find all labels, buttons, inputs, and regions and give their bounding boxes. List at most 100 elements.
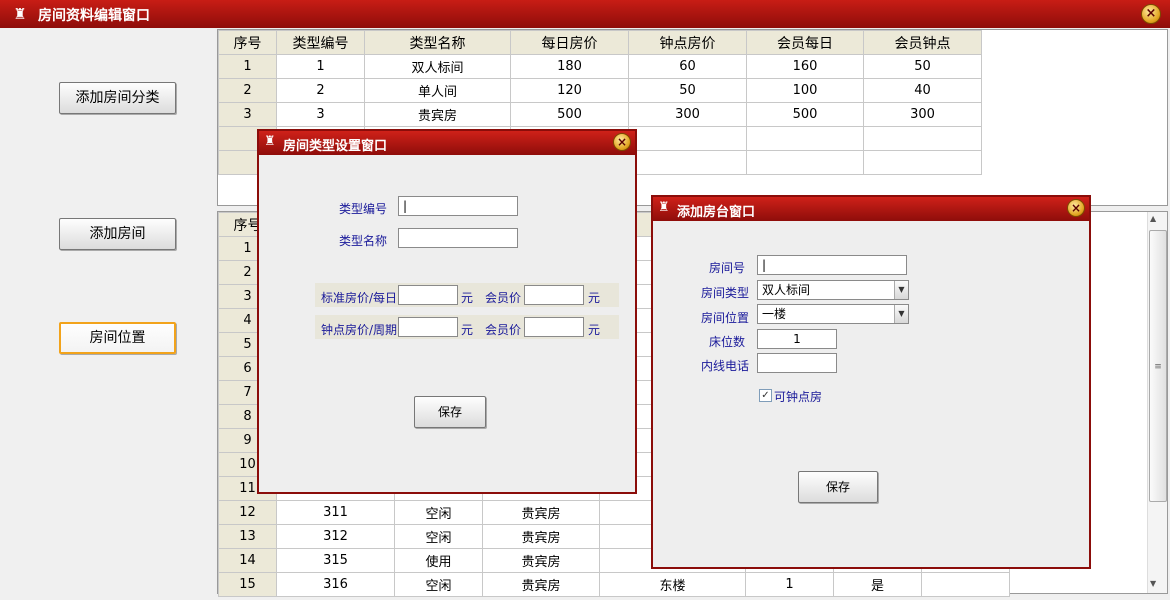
room-no-cell: 316 [276,572,395,597]
column-header: 会员每日 [746,30,864,55]
column-header: 会员钟点 [863,30,982,55]
status-cell: 空闲 [394,524,483,549]
row-index: 15 [218,572,277,597]
status-cell: 空闲 [394,572,483,597]
room-type-value: 双人标间 [762,283,811,297]
app-icon: ♜ [264,134,276,149]
room-no-cell: 312 [276,524,395,549]
room-type-dialog: ♜ 房间类型设置窗口 × 类型编号 | 类型名称 标准房价/每日 元 会员价 元… [257,129,637,494]
room-no-label: 房间号 [708,261,745,275]
table-row[interactable]: 2 2 单人间 120 50 100 40 [218,78,982,103]
sidebar: 添加房间分类 添加房间 房间位置 [0,28,215,596]
room-location-button[interactable]: 房间位置 [59,322,176,354]
dialog-titlebar: ♜ 房间类型设置窗口 × [259,131,635,155]
hourly-price-cell: 50 [628,78,747,103]
member-hourly-cell: 300 [863,102,982,127]
room-type-cell: 贵宾房 [482,524,600,549]
scroll-down-icon[interactable]: ▼ [1150,579,1156,588]
dialog-close-button[interactable]: × [613,133,631,151]
beds-input[interactable]: 1 [757,329,837,349]
member-daily-input[interactable] [524,285,584,305]
type-name-cell: 单人间 [364,78,511,103]
window-close-button[interactable]: × [1141,4,1161,24]
hourly-price-cell: 300 [628,102,747,127]
room-location-select[interactable]: 一楼 ▼ [757,304,909,324]
beds-cell: 1 [745,572,834,597]
beds-label: 床位数 [708,335,745,349]
room-type-cell: 贵宾房 [482,572,600,597]
status-cell: 空闲 [394,500,483,525]
scroll-up-icon[interactable]: ▲ [1150,214,1156,223]
room-no-input[interactable]: | [757,255,907,275]
empty-cell [863,150,982,175]
type-name-cell: 双人标间 [364,54,511,79]
row-index: 13 [218,524,277,549]
hourly-checkbox[interactable]: ✓ [759,389,772,402]
add-room-dialog: ♜ 添加房台窗口 × 房间号 | 房间类型 双人标间 ▼ 房间位置 一楼 ▼ 床… [651,195,1091,569]
table-row[interactable]: 1 1 双人标间 180 60 160 50 [218,54,982,79]
hour-price-input[interactable] [398,317,458,337]
column-header: 类型编号 [276,30,365,55]
std-price-input[interactable] [398,285,458,305]
status-cell: 使用 [394,548,483,573]
type-name-cell: 贵宾房 [364,102,511,127]
save-button[interactable]: 保存 [798,471,878,503]
yuan-unit: 元 [461,323,474,337]
dialog-title: 添加房台窗口 [677,205,756,220]
add-room-button[interactable]: 添加房间 [59,218,176,250]
table-row[interactable]: 15 316 空闲 贵宾房 东楼 1 是 [218,572,1010,597]
empty-cell [628,126,747,151]
member-hourly-input[interactable] [524,317,584,337]
member-hourly-cell: 50 [863,54,982,79]
row-index: 12 [218,500,277,525]
dialog-title: 房间类型设置窗口 [283,139,388,154]
dialog-titlebar: ♜ 添加房台窗口 × [653,197,1089,221]
scrollbar-thumb[interactable]: ≡ [1149,230,1167,502]
member-hourly-cell: 40 [863,78,982,103]
empty-cell [746,126,864,151]
daily-price-cell: 120 [510,78,629,103]
save-button[interactable]: 保存 [414,396,486,428]
table-header-row: 序号 类型编号 类型名称 每日房价 钟点房价 会员每日 会员钟点 [218,30,982,55]
room-type-label: 房间类型 [700,286,749,300]
dialog-close-button[interactable]: × [1067,199,1085,217]
hourly-label: 可钟点房 [774,390,823,404]
window-title: 房间资料编辑窗口 [38,8,150,24]
type-no-cell: 3 [276,102,365,127]
row-index: 2 [218,78,277,103]
column-header: 每日房价 [510,30,629,55]
daily-price-cell: 180 [510,54,629,79]
daily-price-cell: 500 [510,102,629,127]
type-name-input[interactable] [398,228,518,248]
row-index: 1 [218,54,277,79]
room-type-cell: 贵宾房 [482,500,600,525]
room-type-cell: 贵宾房 [482,548,600,573]
empty-cell [628,150,747,175]
location-cell: 东楼 [599,572,746,597]
room-location-value: 一楼 [762,307,787,321]
yuan-unit: 元 [588,291,601,305]
type-no-input[interactable]: | [398,196,518,216]
phone-input[interactable] [757,353,837,373]
column-header: 序号 [218,30,277,55]
vertical-scrollbar[interactable]: ▲ ≡ ▼ [1147,212,1167,593]
column-header: 类型名称 [364,30,511,55]
chevron-down-icon[interactable]: ▼ [894,305,908,323]
member-price-label: 会员价 [484,291,521,305]
hour-price-label: 钟点房价/周期 [320,323,397,337]
chevron-down-icon[interactable]: ▼ [894,281,908,299]
type-no-label: 类型编号 [338,202,387,216]
app-icon: ♜ [658,200,670,215]
room-no-cell: 315 [276,548,395,573]
window-titlebar: ♜ 房间资料编辑窗口 × [0,0,1170,28]
room-no-cell: 311 [276,500,395,525]
room-type-select[interactable]: 双人标间 ▼ [757,280,909,300]
row-index: 14 [218,548,277,573]
type-name-label: 类型名称 [338,234,387,248]
add-room-category-button[interactable]: 添加房间分类 [59,82,176,114]
phone-label: 内线电话 [700,359,749,373]
empty-cell [746,150,864,175]
table-row[interactable]: 3 3 贵宾房 500 300 500 300 [218,102,982,127]
row-index: 3 [218,102,277,127]
column-header: 钟点房价 [628,30,747,55]
